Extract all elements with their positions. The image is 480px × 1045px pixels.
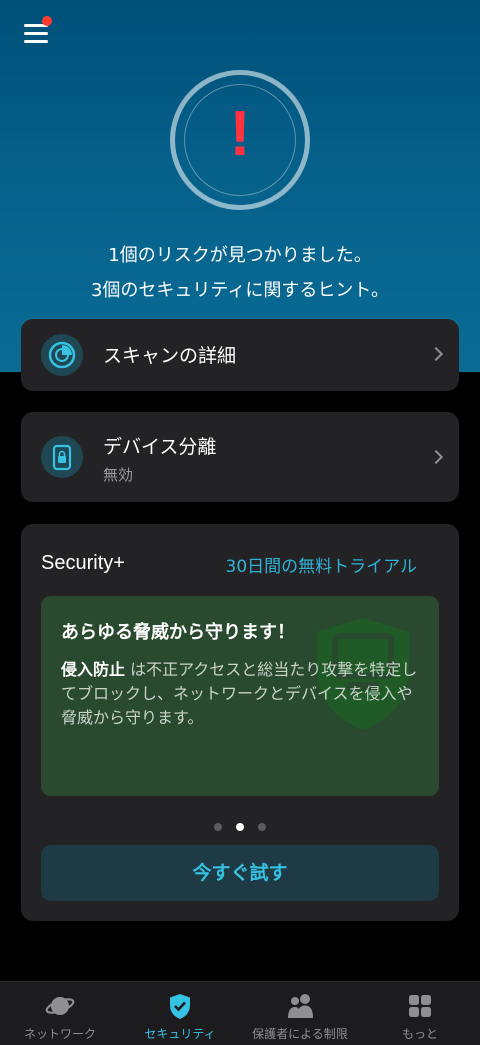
risk-summary: 1個のリスクが見つかりました。	[108, 245, 372, 266]
exclamation-icon: !	[229, 97, 251, 169]
device-lock-icon	[41, 436, 83, 478]
tab-security-label: セキュリティ	[144, 1027, 216, 1041]
hint-summary: 3個のセキュリティに関するヒント。	[90, 280, 389, 301]
security-hero: ! 1個のリスクが見つかりました。 3個のセキュリティに関するヒント。	[0, 0, 480, 372]
try-now-button[interactable]: 今すぐ試す	[41, 845, 439, 901]
menu-icon-bar	[24, 40, 48, 43]
tab-parental-controls-label: 保護者による制限	[252, 1027, 348, 1041]
carousel-dot[interactable]	[214, 823, 222, 831]
security-plus-title: Security+	[41, 552, 125, 574]
menu-button[interactable]	[22, 16, 52, 44]
chevron-right-icon	[428, 449, 444, 465]
device-isolation-card[interactable]: デバイス分離 無効	[21, 412, 459, 502]
promo-feature-name: 侵入防止	[61, 660, 126, 679]
scan-details-title: スキャンの詳細	[103, 345, 237, 367]
scan-radar-icon	[41, 334, 83, 376]
tab-security[interactable]: セキュリティ	[120, 982, 240, 1045]
tab-more[interactable]: もっと	[360, 982, 480, 1045]
security-plus-card: Security+ 30日間の無料トライアル あらゆる脅威から守ります！ 侵入防…	[21, 524, 459, 921]
planet-icon	[45, 997, 75, 1015]
shield-check-icon	[170, 994, 190, 1019]
chevron-right-icon	[428, 346, 444, 362]
notification-dot-icon	[42, 16, 52, 26]
promo-slide[interactable]: あらゆる脅威から守ります！ 侵入防止 は不正アクセスと総当たり攻撃を特定してブロ…	[41, 596, 439, 796]
tab-more-label: もっと	[401, 1027, 438, 1041]
free-trial-link[interactable]: 30日間の無料トライアル	[226, 552, 417, 577]
promo-slide-heading: あらゆる脅威から守ります！	[61, 622, 295, 643]
promo-slide-body: 侵入防止 は不正アクセスと総当たり攻撃を特定してブロックし、ネットワークとデバイ…	[61, 658, 421, 730]
grid-icon	[409, 995, 431, 1017]
device-isolation-status: 無効	[103, 466, 134, 484]
carousel-dot[interactable]	[258, 823, 266, 831]
carousel-indicator	[21, 816, 459, 835]
menu-icon-bar	[24, 32, 48, 35]
alert-status-icon: !	[170, 70, 310, 210]
carousel-dot-active[interactable]	[236, 823, 244, 831]
device-isolation-title: デバイス分離	[103, 436, 217, 458]
tab-network-label: ネットワーク	[23, 1027, 96, 1041]
tab-parental-controls[interactable]: 保護者による制限	[240, 982, 360, 1045]
family-icon	[288, 994, 313, 1018]
bottom-tab-bar: ネットワーク セキュリティ 保護者による制限 もっと	[0, 981, 480, 1045]
scan-details-card[interactable]: スキャンの詳細	[21, 319, 459, 391]
tab-network[interactable]: ネットワーク	[0, 982, 120, 1045]
